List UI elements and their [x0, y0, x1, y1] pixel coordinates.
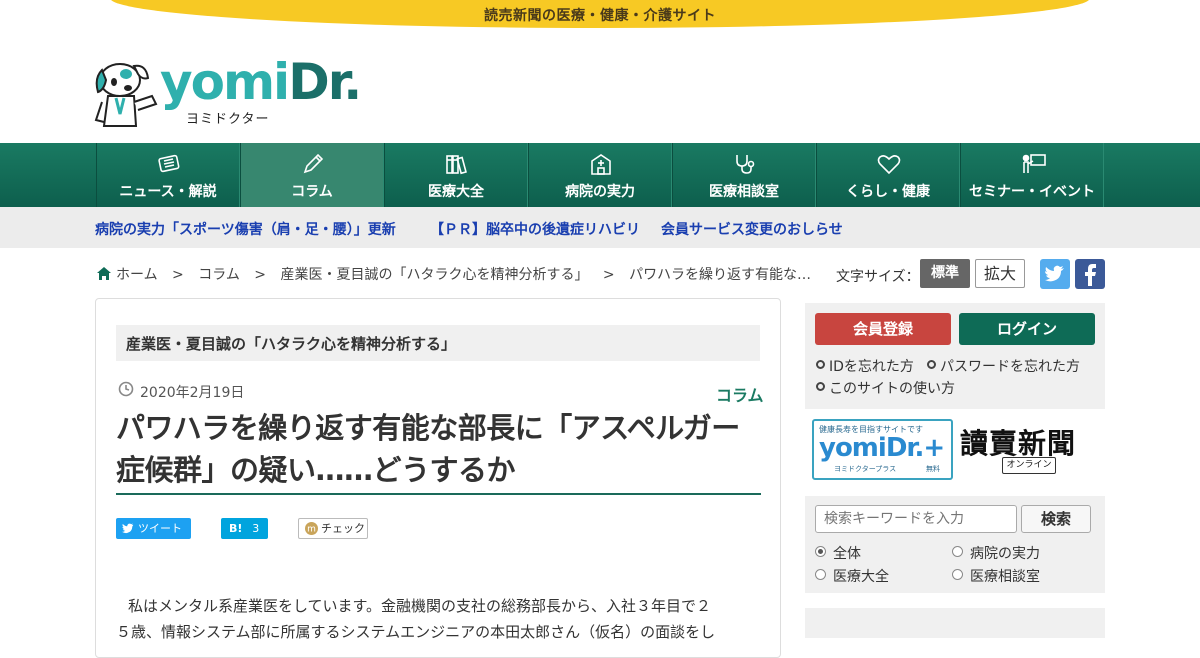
search-scope-consultation[interactable]: 医療相談室 [952, 566, 1040, 586]
yomiuri-online-banner[interactable]: 讀賣新聞 オンライン [958, 422, 1100, 478]
news-link[interactable]: 病院の実力「スポーツ傷害（肩・足・腰）」更新 [95, 219, 396, 239]
nav-item-label: くらし・健康 [846, 184, 930, 200]
member-panel: 会員登録 ログイン IDを忘れた方 パスワードを忘れた方 このサイトの使い方 [805, 303, 1105, 409]
login-button[interactable]: ログイン [959, 313, 1095, 345]
main-navigation: ニュース・解説 コラム 医療大全 病院の実力 医療相談室 くらし・健康 セミナー… [0, 143, 1200, 207]
radio-label: 全体 [833, 546, 861, 562]
nav-item-label: 病院の実力 [565, 184, 635, 200]
font-size-standard-button[interactable]: 標準 [920, 259, 970, 288]
breadcrumb-separator: > [254, 267, 267, 283]
article-body-text: 私はメンタル系産業医をしています。金融機関の支社の総務部長から、入社３年目で２ [128, 597, 712, 615]
top-banner: 読売新聞の医療・健康・介護サイト [0, 0, 1200, 30]
clock-icon [118, 381, 134, 397]
forgot-id-link[interactable]: IDを忘れた方 [816, 356, 914, 376]
mixi-icon: m [305, 522, 318, 535]
series-title[interactable]: 産業医・夏目誠の「ハタラク心を精神分析する」 [116, 325, 760, 361]
breadcrumb-separator: > [172, 267, 184, 283]
mascot-dog-icon [94, 63, 158, 127]
facebook-icon [1085, 264, 1096, 286]
forgot-password-link[interactable]: パスワードを忘れた方 [927, 356, 1080, 376]
nav-item-label: 医療大全 [428, 184, 484, 200]
presenter-icon [1022, 154, 1046, 173]
tweet-label: ツイート [138, 522, 182, 535]
font-size-large-button[interactable]: 拡大 [975, 259, 1025, 288]
search-button[interactable]: 検索 [1021, 505, 1091, 533]
hatena-icon: B! [229, 522, 243, 535]
home-icon [97, 267, 111, 280]
mixi-check-button[interactable]: m チェック [298, 518, 368, 539]
pencil-icon [303, 153, 324, 174]
radio-icon [952, 546, 963, 557]
yomiuri-logo: 讀賣新聞 [960, 427, 1077, 460]
nav-item-label: セミナー・イベント [969, 184, 1095, 200]
check-label: チェック [321, 522, 365, 535]
hatena-bookmark-button[interactable]: B! 3 [221, 518, 268, 539]
search-scope-hospital[interactable]: 病院の実力 [952, 543, 1040, 563]
nav-item-encyclopedia[interactable]: 医療大全 [384, 143, 528, 207]
radio-label: 病院の実力 [970, 546, 1040, 562]
article-category[interactable]: コラム [716, 382, 764, 406]
nav-item-hospital[interactable]: 病院の実力 [528, 143, 672, 207]
breadcrumb-series[interactable]: 産業医・夏目誠の「ハタラク心を精神分析する」 [280, 267, 588, 283]
nav-item-label: 医療相談室 [709, 184, 779, 200]
yomiuri-online-badge: オンライン [1002, 457, 1056, 474]
nav-item-column[interactable]: コラム [240, 143, 384, 207]
news-ticker: 病院の実力「スポーツ傷害（肩・足・腰）」更新 【ＰＲ】脳卒中の後遺症リハビリ 会… [0, 207, 1200, 248]
nav-item-lifestyle[interactable]: くらし・健康 [816, 143, 960, 207]
books-icon [446, 155, 467, 175]
site-tagline: 読売新聞の医療・健康・介護サイト [484, 8, 716, 24]
site-guide-link[interactable]: このサイトの使い方 [816, 378, 955, 398]
breadcrumb-separator: > [602, 267, 615, 283]
search-scope-encyclopedia[interactable]: 医療大全 [815, 566, 889, 586]
font-size-label: 文字サイズ： [836, 269, 920, 285]
hatena-count: 3 [252, 522, 260, 535]
breadcrumb-home[interactable]: ホーム [116, 267, 158, 283]
hospital-icon [591, 154, 611, 175]
site-logo[interactable]: yomiDr. ヨミドクター [94, 53, 374, 130]
plus-banner-wordmark: yomiDr.+ [819, 433, 945, 463]
radio-selected-icon [815, 546, 826, 557]
tweet-button[interactable]: ツイート [116, 518, 191, 539]
twitter-icon [122, 523, 134, 534]
twitter-icon [1045, 265, 1064, 282]
heart-icon [877, 155, 901, 175]
search-scope-all[interactable]: 全体 [815, 543, 861, 563]
article-card: 産業医・夏目誠の「ハタラク心を精神分析する」 2020年2月19日 コラム パワ… [95, 298, 781, 658]
sidebar-next-panel [805, 608, 1105, 638]
facebook-share-button[interactable] [1075, 259, 1105, 289]
news-link[interactable]: 【ＰＲ】脳卒中の後遺症リハビリ [430, 219, 640, 239]
breadcrumb-column[interactable]: コラム [198, 267, 240, 283]
nav-item-label: コラム [291, 184, 333, 200]
logo-wordmark: yomiDr. [160, 53, 362, 111]
article-body-text: ５歳、情報システム部に所属するシステムエンジニアの本田太郎さん（仮名）の面談をし [116, 623, 716, 641]
article-title: パワハラを繰り返す有能な部長に「アスペルガー症候群」の疑い……どうするか [116, 407, 761, 495]
news-icon [158, 154, 180, 173]
yomidr-plus-banner[interactable]: 健康長寿を目指すサイトです yomiDr.+ ヨミドクタープラス 無料 [812, 419, 953, 480]
svg-text:m: m [307, 525, 316, 535]
search-input[interactable] [815, 505, 1017, 533]
plus-banner-subtitle: ヨミドクタープラス [834, 465, 897, 473]
twitter-share-button[interactable] [1040, 259, 1070, 289]
radio-label: 医療大全 [833, 569, 889, 585]
plus-banner-free: 無料 [926, 465, 940, 473]
radio-icon [815, 569, 826, 580]
logo-subtitle: ヨミドクター [186, 112, 270, 127]
search-panel: 検索 全体 病院の実力 医療大全 医療相談室 [805, 496, 1105, 593]
stethoscope-icon [736, 155, 755, 174]
breadcrumb: ホーム > コラム > 産業医・夏目誠の「ハタラク心を精神分析する」 > パワハ… [96, 264, 821, 284]
radio-icon [952, 569, 963, 580]
radio-label: 医療相談室 [970, 569, 1040, 585]
register-button[interactable]: 会員登録 [815, 313, 951, 345]
nav-item-consultation[interactable]: 医療相談室 [672, 143, 816, 207]
breadcrumb-current: パワハラを繰り返す有能な… [629, 267, 811, 283]
article-date: 2020年2月19日 [140, 385, 245, 401]
nav-item-news[interactable]: ニュース・解説 [96, 143, 240, 207]
nav-item-label: ニュース・解説 [119, 184, 217, 200]
news-link[interactable]: 会員サービス変更のおしらせ [661, 219, 843, 239]
nav-item-seminar[interactable]: セミナー・イベント [960, 143, 1104, 207]
